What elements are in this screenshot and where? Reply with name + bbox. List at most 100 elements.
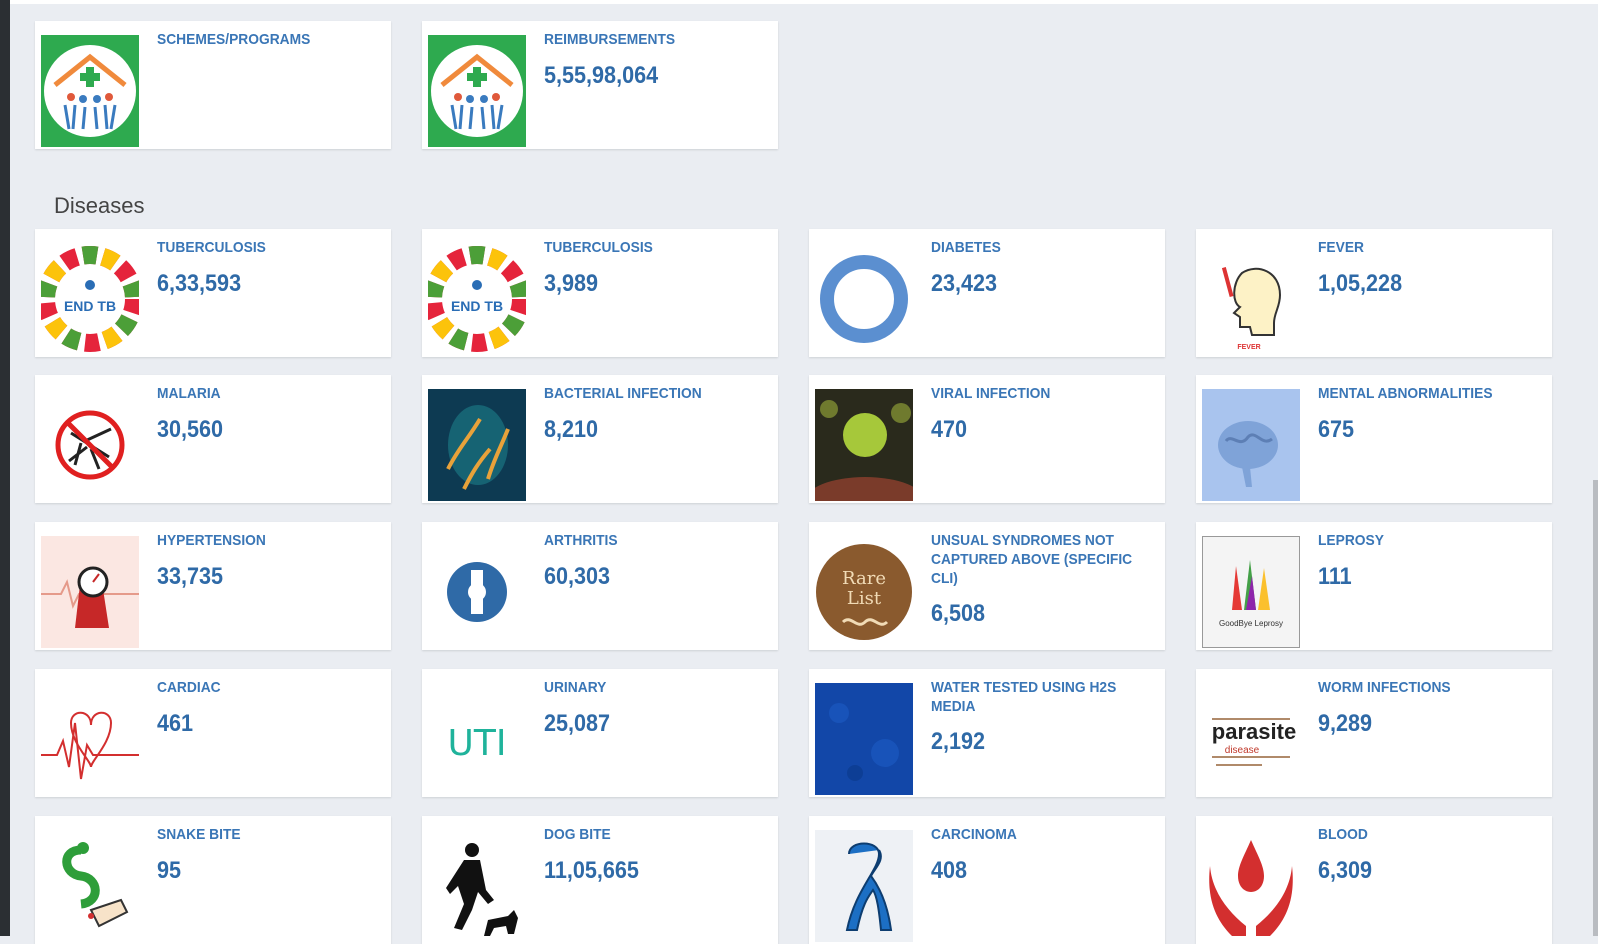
fever-icon: FEVER — [1202, 243, 1300, 355]
card-value: 9,289 — [1318, 710, 1373, 737]
card-label: URINARY — [544, 679, 607, 696]
card-blood[interactable]: BLOOD 6,309 — [1196, 816, 1552, 944]
card-reimbursements[interactable]: REIMBURSEMENTS 5,55,98,064 — [422, 21, 778, 149]
card-label: DOG BITE — [544, 826, 611, 843]
card-malaria[interactable]: MALARIA 30,560 — [35, 375, 391, 503]
card-label: CARCINOMA — [931, 826, 1017, 843]
card-value: 8,210 — [544, 416, 599, 443]
card-value: 30,560 — [157, 416, 224, 443]
left-border — [0, 0, 10, 936]
card-value: 5,55,98,064 — [544, 62, 659, 89]
snake-bite-icon — [41, 830, 139, 942]
parasite-word-cloud-icon: parasite disease — [1202, 683, 1300, 795]
card-label: VIRAL INFECTION — [931, 385, 1051, 402]
card-fever[interactable]: FEVER FEVER 1,05,228 — [1196, 229, 1552, 357]
card-value: 1,05,228 — [1318, 270, 1403, 297]
blood-drop-hands-icon — [1202, 830, 1300, 942]
card-value: 11,05,665 — [544, 857, 639, 884]
card-label: ARTHRITIS — [544, 532, 618, 549]
card-hypertension[interactable]: HYPERTENSION 33,735 — [35, 522, 391, 650]
rare-text: Rare — [842, 568, 886, 589]
card-water-tested[interactable]: WATER TESTED USING H2S MEDIA 2,192 — [809, 669, 1165, 797]
brain-icon — [1202, 389, 1300, 501]
card-value: 95 — [157, 857, 182, 884]
card-label: UNSUAL SYNDROMES NOT CAPTURED ABOVE (SPE… — [931, 532, 1133, 587]
card-cardiac[interactable]: CARDIAC 461 — [35, 669, 391, 797]
vertical-scrollbar[interactable] — [1593, 480, 1598, 936]
card-value: 2,192 — [931, 728, 986, 755]
leprosy-hands-icon: GoodBye Leprosy — [1202, 536, 1300, 648]
card-label: SCHEMES/PROGRAMS — [157, 31, 311, 48]
bacteria-icon — [428, 389, 526, 501]
dog-bite-icon — [428, 830, 526, 942]
card-bacterial-infection[interactable]: BACTERIAL INFECTION 8,210 — [422, 375, 778, 503]
card-label: BLOOD — [1318, 826, 1368, 843]
card-label: LEPROSY — [1318, 532, 1384, 549]
card-label: TUBERCULOSIS — [157, 239, 266, 256]
card-value: 33,735 — [157, 563, 224, 590]
card-label: SNAKE BITE — [157, 826, 241, 843]
no-mosquito-icon — [41, 389, 139, 501]
card-value: 470 — [931, 416, 968, 443]
card-value: 6,33,593 — [157, 270, 242, 297]
card-label: MENTAL ABNORMALITIES — [1318, 385, 1493, 402]
blue-circle-icon — [815, 243, 913, 355]
knee-joint-icon — [428, 536, 526, 648]
card-label: MALARIA — [157, 385, 221, 402]
section-title-diseases: Diseases — [54, 193, 145, 218]
card-value: 111 — [1318, 563, 1352, 590]
card-tuberculosis[interactable]: END TB TUBERCULOSIS 3,989 — [422, 229, 778, 357]
parasite-text: parasite — [1212, 719, 1296, 744]
health-mission-logo-icon — [428, 35, 526, 147]
card-unsual-syndromes[interactable]: Rare List UNSUAL SYNDROMES NOT CAPTURED … — [809, 522, 1165, 650]
blood-pressure-icon — [41, 536, 139, 648]
card-value: 6,309 — [1318, 857, 1373, 884]
card-label: WATER TESTED USING H2S MEDIA — [931, 679, 1117, 715]
goodbye-leprosy-text: GoodBye Leprosy — [1219, 619, 1283, 628]
rare-list-icon: Rare List — [815, 536, 913, 648]
svg-text:END TB: END TB — [64, 298, 116, 314]
card-value: 6,508 — [931, 600, 986, 627]
card-arthritis[interactable]: ARTHRITIS 60,303 — [422, 522, 778, 650]
card-label: TUBERCULOSIS — [544, 239, 653, 256]
disease-text: disease — [1225, 745, 1260, 756]
svg-text:END TB: END TB — [451, 298, 503, 314]
card-value: 25,087 — [544, 710, 611, 737]
end-tb-icon: END TB — [41, 243, 139, 355]
card-value: 60,303 — [544, 563, 611, 590]
uti-text-icon: UTI — [428, 683, 526, 795]
card-value: 3,989 — [544, 270, 599, 297]
cancer-ribbon-icon — [815, 830, 913, 942]
card-dog-bite[interactable]: DOG BITE 11,05,665 — [422, 816, 778, 944]
card-value: 461 — [157, 710, 194, 737]
list-text: List — [847, 588, 882, 609]
card-mental-abnormalities[interactable]: MENTAL ABNORMALITIES 675 — [1196, 375, 1552, 503]
card-snake-bite[interactable]: SNAKE BITE 95 — [35, 816, 391, 944]
card-label: BACTERIAL INFECTION — [544, 385, 702, 402]
card-value: 408 — [931, 857, 968, 884]
heart-pulse-icon — [41, 683, 139, 795]
card-value: 23,423 — [931, 270, 998, 297]
card-worm-infections[interactable]: parasite disease WORM INFECTIONS 9,289 — [1196, 669, 1552, 797]
card-label: REIMBURSEMENTS — [544, 31, 676, 48]
card-label: FEVER — [1318, 239, 1365, 256]
card-label: DIABETES — [931, 239, 1001, 256]
card-viral-infection[interactable]: VIRAL INFECTION 470 — [809, 375, 1165, 503]
end-tb-icon: END TB — [428, 243, 526, 355]
card-schemes-programs[interactable]: SCHEMES/PROGRAMS — [35, 21, 391, 149]
card-label: CARDIAC — [157, 679, 221, 696]
card-tuberculosis[interactable]: END TB TUBERCULOSIS 6,33,593 — [35, 229, 391, 357]
card-urinary[interactable]: UTI URINARY 25,087 — [422, 669, 778, 797]
svg-text:FEVER: FEVER — [1237, 344, 1260, 351]
card-carcinoma[interactable]: CARCINOMA 408 — [809, 816, 1165, 944]
card-label: WORM INFECTIONS — [1318, 679, 1451, 696]
card-label: HYPERTENSION — [157, 532, 266, 549]
card-leprosy[interactable]: GoodBye Leprosy LEPROSY 111 — [1196, 522, 1552, 650]
water-texture-icon — [815, 683, 913, 795]
card-value: 675 — [1318, 416, 1355, 443]
card-diabetes[interactable]: DIABETES 23,423 — [809, 229, 1165, 357]
virus-icon — [815, 389, 913, 501]
top-edge — [10, 0, 1598, 4]
health-mission-logo-icon — [41, 35, 139, 147]
uti-text: UTI — [448, 723, 507, 764]
